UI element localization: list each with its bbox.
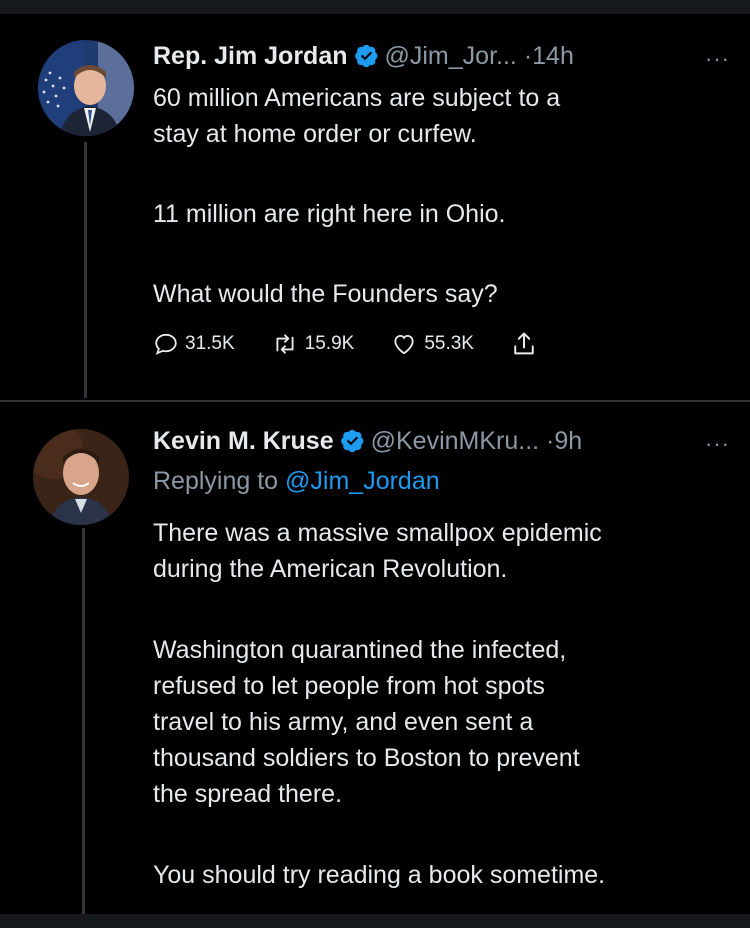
avatar-image [33,429,129,525]
retweet-icon [276,334,294,354]
tweet-text-line [153,232,723,276]
tweet-text-line: Washington quarantined the infected, [153,636,567,664]
tweet-text-line: What would the Founders say? [153,280,498,308]
tweet-text-line: You should try reading a book sometime. [153,861,606,889]
tweet-text-line: thousand soldiers to Boston to prevent [153,744,580,772]
tweet-body: There was a massive smallpox epidemic du… [153,515,723,893]
like-count: 55.3K [424,333,474,354]
tweet-text-line [153,152,723,196]
tweet-text-line: 11 million are right here in Ohio. [153,200,506,228]
avatar-image [38,40,134,136]
author-handle[interactable]: @KevinMKru... [371,427,539,455]
author-handle[interactable]: @Jim_Jor... [385,42,517,70]
tweet-header: Rep. Jim Jordan @Jim_Jor... ·14h [153,41,574,71]
like-button[interactable]: 55.3K [390,331,474,357]
tweet-actions: 31.5K 15.9K 55.3K [153,330,580,358]
reply-icon [155,333,177,355]
separator-dot: · [523,42,533,70]
avatar-jim-jordan[interactable] [38,40,134,136]
tweet-text-line: the spread there. [153,780,343,808]
avatar-kevin-kruse[interactable] [33,429,129,525]
tweet-header: Kevin M. Kruse @KevinMKru... ·9h [153,426,582,456]
author-name[interactable]: Kevin M. Kruse [153,427,334,455]
replying-prefix: Replying to [153,467,279,495]
verified-badge-icon [354,43,379,68]
bottom-bar [0,914,750,928]
tweet-text-line: stay at home order or curfew. [153,120,477,148]
tweet-text-line: during the American Revolution. [153,555,508,583]
more-icon[interactable]: ··· [705,46,730,72]
timestamp[interactable]: 9h [554,427,582,455]
more-icon[interactable]: ··· [705,431,730,457]
share-button[interactable] [510,330,544,358]
tweet-text-line [153,812,723,857]
replying-mention[interactable]: @Jim_Jordan [285,467,440,495]
tweet-text-line: travel to his army, and even sent a [153,708,534,736]
share-icon [514,332,534,355]
reply-button[interactable]: 31.5K [153,331,235,357]
tweet-text-line: There was a massive smallpox epidemic [153,519,602,547]
tweet-text-line: 60 million Americans are subject to a [153,84,561,112]
tweet-kevin-kruse[interactable]: Kevin M. Kruse @KevinMKru... ·9h ··· Repl… [0,402,750,914]
tweet-jim-jordan[interactable]: Rep. Jim Jordan @Jim_Jor... ·14h ··· 60 m… [0,0,750,398]
tweet-body: 60 million Americans are subject to a st… [153,80,723,312]
timestamp[interactable]: 14h [532,42,574,70]
thread-line [84,142,87,398]
author-name[interactable]: Rep. Jim Jordan [153,42,348,70]
verified-badge-icon [340,428,365,453]
tweet-text-line [153,587,723,632]
replying-to: Replying to @Jim_Jordan [153,466,440,496]
like-icon [394,334,414,355]
retweet-count: 15.9K [304,333,355,354]
tweet-text-line: refused to let people from hot spots [153,672,545,700]
reply-count: 31.5K [185,333,235,354]
thread-line [82,528,85,914]
retweet-button[interactable]: 15.9K [271,331,355,357]
